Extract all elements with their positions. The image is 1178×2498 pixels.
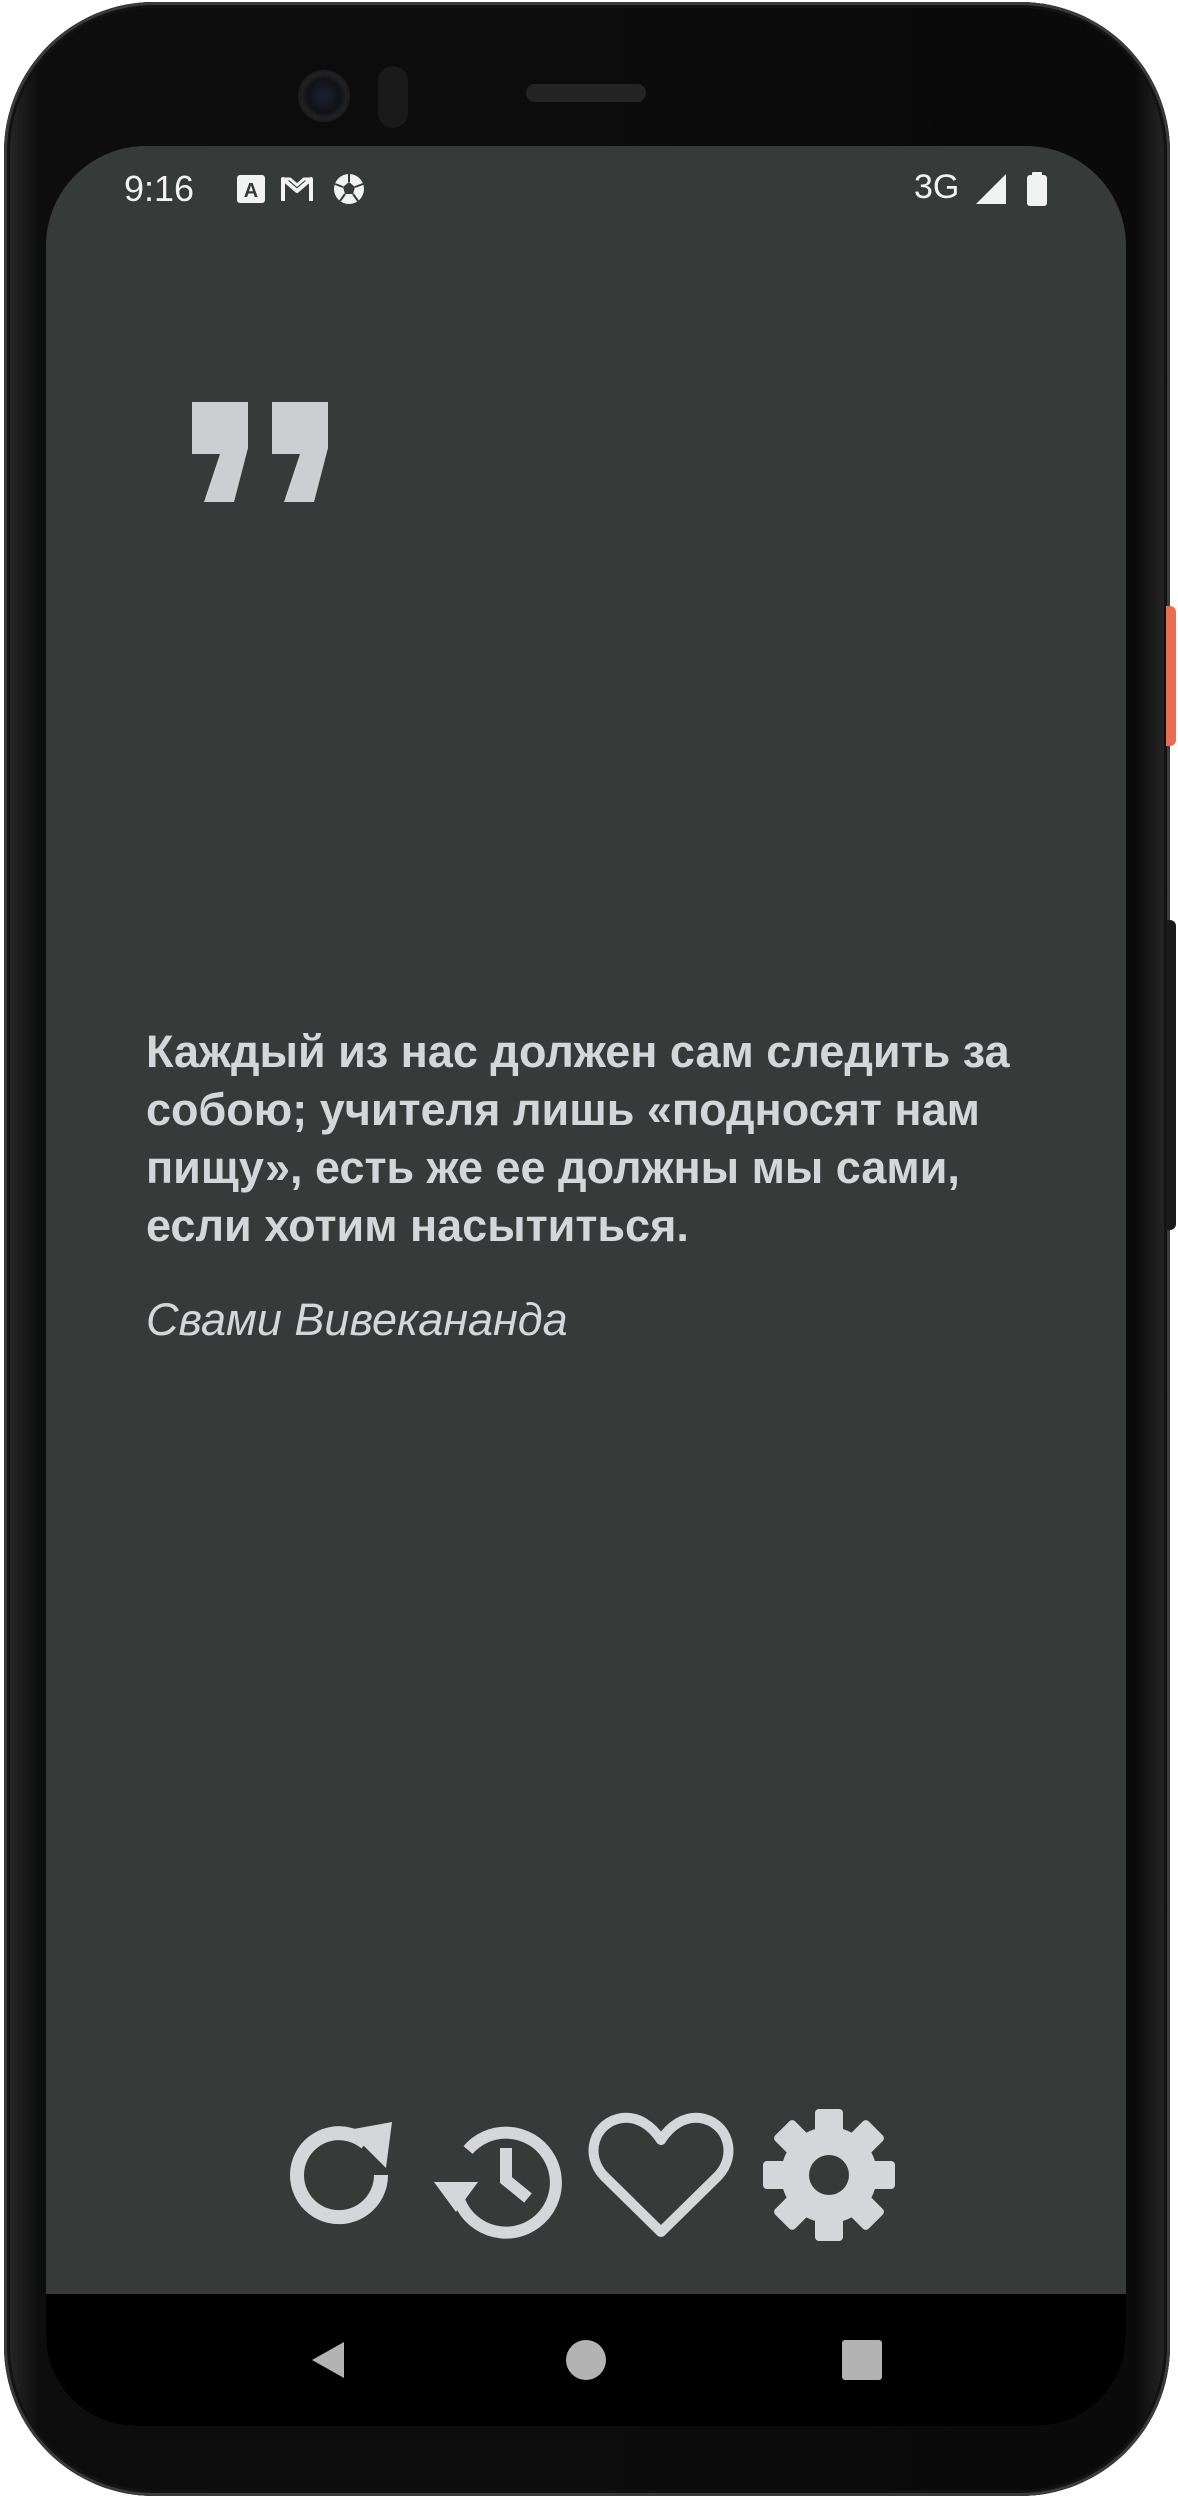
gmail-icon: [281, 177, 313, 201]
recents-icon: [842, 2340, 882, 2380]
recents-button[interactable]: [822, 2320, 902, 2400]
back-button[interactable]: [288, 2320, 368, 2400]
front-camera: [298, 70, 350, 122]
status-time: 9:16: [124, 168, 195, 209]
settings-button[interactable]: [754, 2100, 904, 2250]
action-bar: [46, 2100, 1126, 2260]
soccer-ball-icon: [334, 174, 364, 204]
quotation-mark-icon: [192, 402, 328, 502]
home-icon: [566, 2340, 606, 2380]
signal-icon: [976, 174, 1006, 204]
svg-text:A: A: [244, 180, 258, 202]
status-bar: 9:16 A 3G: [46, 146, 1126, 236]
font-a-icon: A: [237, 175, 265, 203]
quote-text: Каждый из нас должен сам следить за собо…: [146, 1026, 1010, 1251]
phone-device: 9:16 A 3G Каждый из нас должен сам следи…: [0, 0, 1178, 2498]
settings-gear-icon: [763, 2109, 895, 2241]
history-icon: [434, 2126, 562, 2239]
battery-icon: [1027, 172, 1047, 206]
network-type: 3G: [914, 168, 960, 206]
refresh-icon: [290, 2122, 392, 2225]
favorite-heart-icon: [588, 2112, 734, 2237]
quote-author: Свами Вивекананда: [146, 1294, 568, 1345]
favorite-button[interactable]: [586, 2100, 736, 2250]
screen: 9:16 A 3G Каждый из нас должен сам следи…: [46, 146, 1126, 2426]
volume-rocker: [1166, 920, 1176, 1230]
navigation-bar: [46, 2294, 1126, 2426]
home-button[interactable]: [546, 2320, 626, 2400]
refresh-button[interactable]: [268, 2100, 418, 2250]
proximity-sensor: [378, 66, 408, 128]
history-button[interactable]: [426, 2100, 576, 2250]
back-icon: [312, 2342, 344, 2378]
earpiece-speaker: [526, 84, 646, 102]
power-button: [1166, 606, 1176, 746]
